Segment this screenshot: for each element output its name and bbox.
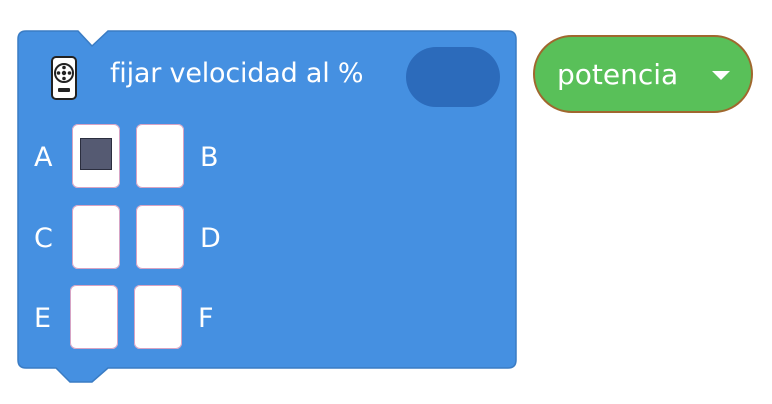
speed-value-input[interactable] bbox=[406, 47, 500, 107]
port-label-b: B bbox=[200, 142, 219, 173]
port-label-a: A bbox=[34, 142, 53, 173]
port-label-e: E bbox=[34, 303, 52, 334]
port-checkbox-e[interactable] bbox=[70, 285, 118, 349]
block-title: fijar velocidad al % bbox=[110, 58, 364, 89]
port-label-f: F bbox=[198, 303, 214, 334]
motor-icon bbox=[51, 56, 77, 100]
port-checkbox-b[interactable] bbox=[136, 124, 184, 188]
port-checkbox-f[interactable] bbox=[134, 285, 182, 349]
port-checkbox-d[interactable] bbox=[136, 205, 184, 269]
port-label-c: C bbox=[34, 223, 53, 254]
port-checkbox-a[interactable] bbox=[72, 124, 120, 188]
port-checkbox-c[interactable] bbox=[72, 205, 120, 269]
caret-down-icon bbox=[712, 71, 730, 80]
port-label-d: D bbox=[200, 223, 221, 254]
block-canvas: fijar velocidad al % A B C D E F potenci… bbox=[0, 0, 772, 404]
power-dropdown[interactable]: potencia bbox=[533, 35, 753, 113]
dropdown-label: potencia bbox=[557, 58, 679, 91]
